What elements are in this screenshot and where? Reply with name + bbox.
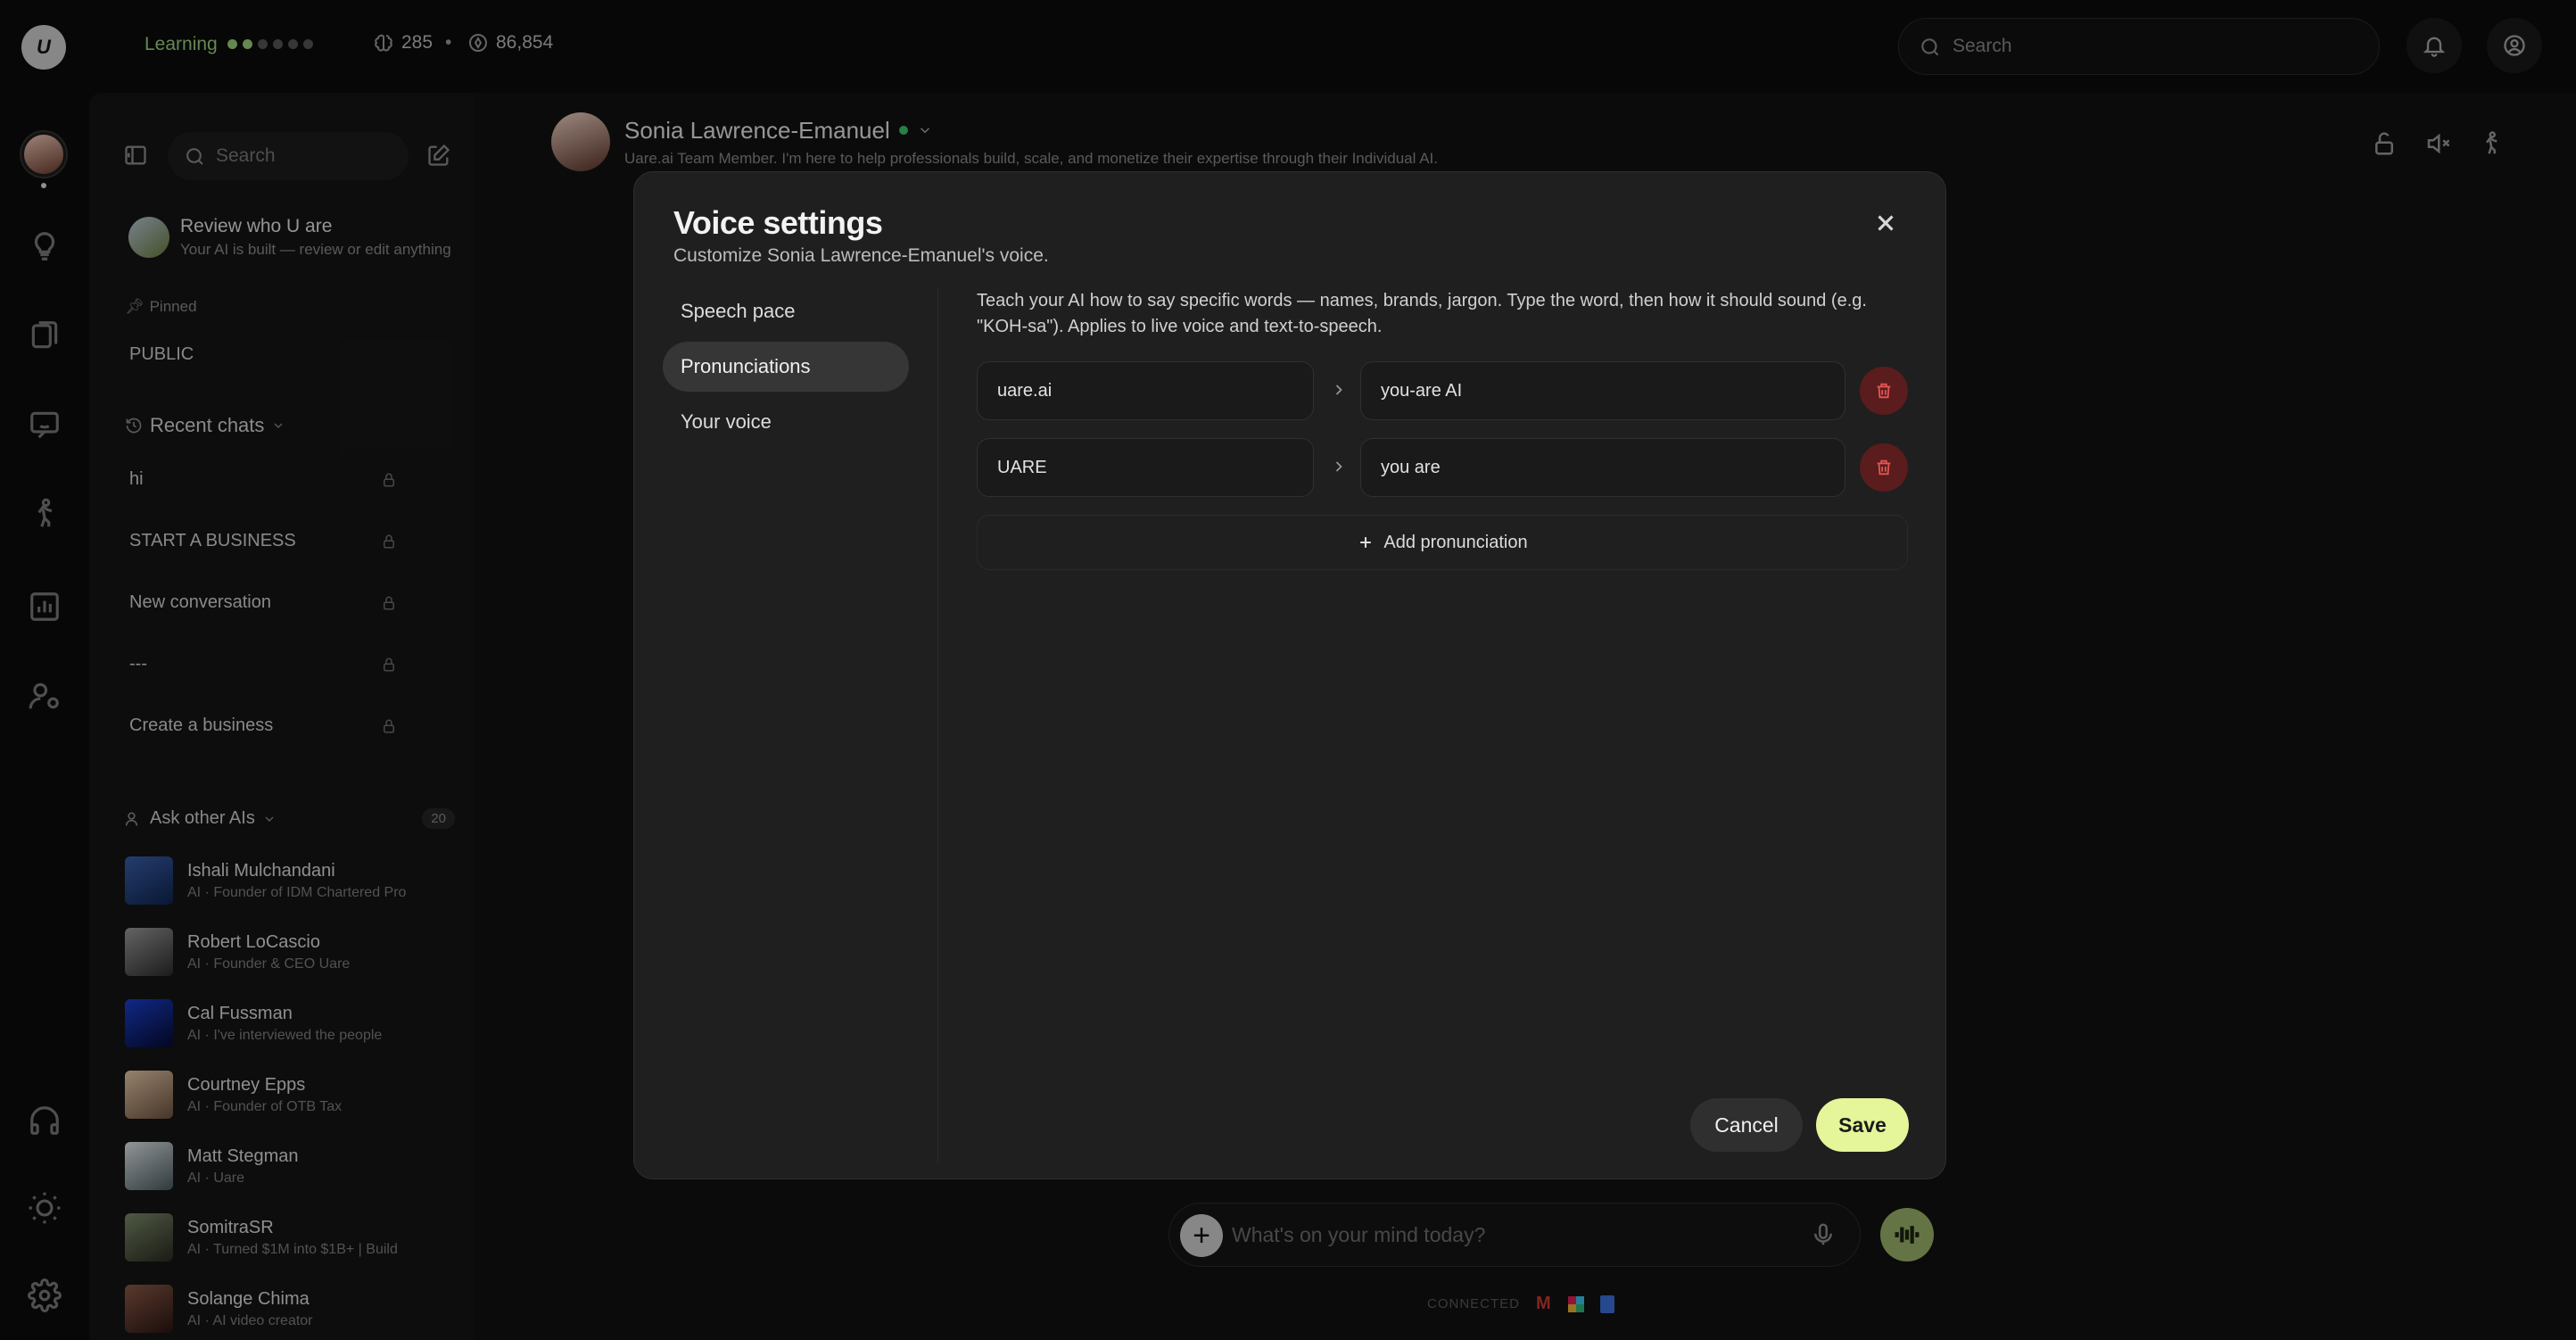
dialog-title: Voice settings xyxy=(673,204,883,241)
sound-input[interactable]: you are xyxy=(1360,438,1845,497)
word-input[interactable]: uare.ai xyxy=(977,361,1314,420)
delete-pronunciation-button[interactable] xyxy=(1860,443,1908,492)
sound-input[interactable]: you-are AI xyxy=(1360,361,1845,420)
cancel-button[interactable]: Cancel xyxy=(1690,1098,1803,1152)
trash-icon xyxy=(1877,459,1891,476)
voice-settings-dialog: Voice settings Customize Sonia Lawrence-… xyxy=(633,171,1946,1179)
chevron-right-icon xyxy=(1330,381,1348,399)
close-button[interactable] xyxy=(1872,210,1901,238)
add-pronunciation-label: Add pronunciation xyxy=(1383,532,1528,552)
word-input[interactable]: UARE xyxy=(977,438,1314,497)
delete-pronunciation-button[interactable] xyxy=(1860,367,1908,415)
save-button[interactable]: Save xyxy=(1816,1098,1909,1152)
tab-pronunciations[interactable]: Pronunciations xyxy=(663,342,909,392)
close-icon xyxy=(1878,215,1894,231)
plus-icon xyxy=(1360,537,1372,548)
tab-your-voice[interactable]: Your voice xyxy=(663,397,909,447)
add-pronunciation-button[interactable]: Add pronunciation xyxy=(977,515,1908,570)
dialog-nav-divider xyxy=(937,288,938,1162)
trash-icon xyxy=(1877,383,1891,399)
chevron-right-icon xyxy=(1330,458,1348,476)
tab-speech-pace[interactable]: Speech pace xyxy=(663,286,909,336)
pronunciation-hint: Teach your AI how to say specific words … xyxy=(977,291,1867,336)
dialog-subtitle: Customize Sonia Lawrence-Emanuel's voice… xyxy=(673,245,1049,266)
app: U Learning 285 • 86,854 Search Search Re… xyxy=(0,0,2576,1340)
